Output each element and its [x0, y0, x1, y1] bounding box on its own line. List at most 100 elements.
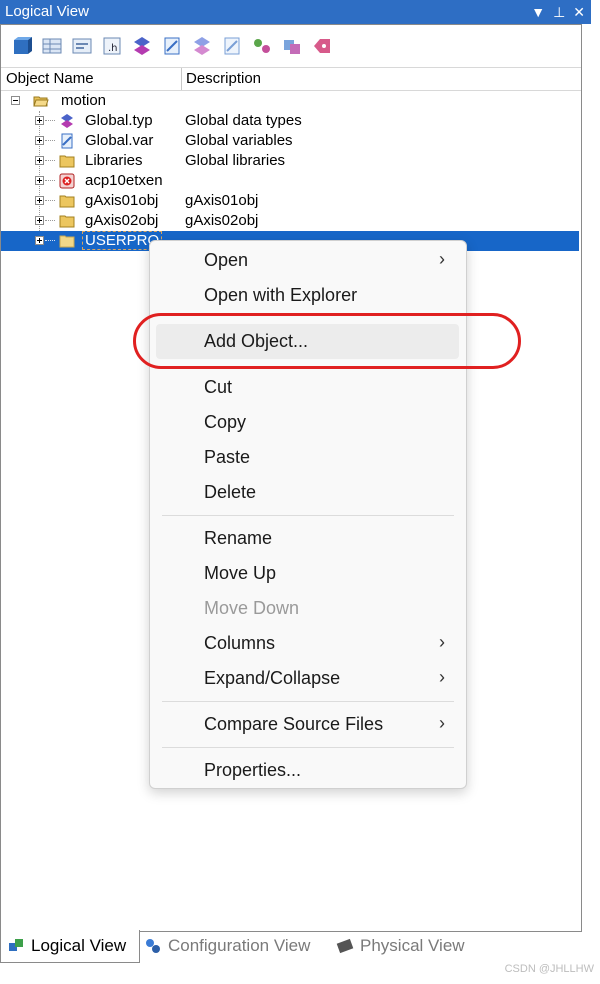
expand-icon[interactable] [35, 176, 44, 185]
tab-logical-view[interactable]: Logical View [0, 930, 140, 963]
tree-node-label: Libraries [85, 152, 143, 169]
tree-node[interactable]: Libraries Global libraries [1, 151, 579, 171]
menu-item-label: Compare Source Files [204, 714, 384, 734]
expand-icon[interactable] [35, 116, 44, 125]
column-object-name[interactable]: Object Name [6, 70, 94, 87]
tree-connector [45, 220, 55, 221]
tree-node-label: motion [61, 92, 107, 109]
cube-icon [14, 37, 32, 54]
menu-item-label: Open [204, 250, 249, 270]
toolbar-button[interactable] [9, 33, 35, 59]
collapse-icon[interactable] [11, 96, 20, 105]
close-icon[interactable]: ✕ [573, 0, 585, 24]
tab-physical-view[interactable]: Physical View [336, 930, 465, 962]
chevron-right-icon: › [439, 632, 445, 652]
datatype-add-icon [194, 37, 210, 55]
toolbar-button[interactable] [69, 33, 95, 59]
chevron-right-icon: › [439, 713, 445, 733]
menu-item-rename[interactable]: Rename [156, 521, 459, 556]
expand-icon[interactable] [35, 156, 44, 165]
column-header: Object Name Description [1, 67, 581, 91]
form-icon [72, 38, 92, 54]
folder-icon [59, 155, 75, 168]
menu-item-paste[interactable]: Paste [156, 440, 459, 475]
tab-label: Logical View [31, 936, 127, 955]
tree-node-label: gAxis02obj [85, 212, 159, 229]
toolbar-button[interactable] [189, 33, 215, 59]
tree-connector [45, 240, 55, 241]
menu-item-label: Delete [204, 482, 257, 502]
watermark: CSDN @JHLLHW [504, 963, 594, 975]
tree-node-description: Global data types [185, 112, 302, 129]
column-description[interactable]: Description [186, 70, 261, 87]
toolbar-button[interactable] [309, 33, 335, 59]
tree-connector [45, 140, 55, 141]
expand-icon[interactable] [35, 236, 44, 245]
tab-configuration-view[interactable]: Configuration View [144, 930, 310, 962]
tree-node-description: Global variables [185, 132, 293, 149]
menu-item-move-up[interactable]: Move Up [156, 556, 459, 591]
menu-item-delete[interactable]: Delete [156, 475, 459, 510]
tree-node-root[interactable]: motion [1, 91, 579, 111]
menu-item-label: Move Down [204, 598, 300, 618]
menu-item-open[interactable]: Open › [156, 243, 459, 278]
pin-icon[interactable]: ⊥ [553, 0, 565, 24]
expand-icon[interactable] [35, 216, 44, 225]
column-divider[interactable] [181, 68, 182, 90]
svg-text:.h: .h [108, 43, 118, 54]
tag-icon [314, 39, 330, 53]
menu-item-copy[interactable]: Copy [156, 405, 459, 440]
toolbar-button[interactable] [39, 33, 65, 59]
view-tabs: Logical View Configuration View Physical… [0, 930, 580, 964]
tree-node-label: gAxis01obj [85, 192, 159, 209]
tree-connector [45, 120, 55, 121]
datatype-icon [61, 114, 73, 128]
menu-item-label: Rename [204, 528, 273, 548]
tree-node-description: gAxis02obj [185, 212, 259, 229]
menu-item-label: Columns [204, 633, 276, 653]
tree-connector [45, 180, 55, 181]
tree-node[interactable]: gAxis01obj gAxis01obj [1, 191, 579, 211]
tree-node[interactable]: acp10etxen [1, 171, 579, 191]
menu-item-label: Move Up [204, 563, 277, 583]
menu-item-expand-collapse[interactable]: Expand/Collapse › [156, 661, 459, 696]
menu-item-properties[interactable]: Properties... [156, 753, 459, 788]
variable-icon [61, 133, 73, 149]
tree-node-label: acp10etxen [85, 172, 163, 189]
menu-item-open-with-explorer[interactable]: Open with Explorer [156, 278, 459, 313]
toolbar: .h [1, 29, 335, 63]
tree-connector [45, 160, 55, 161]
toolbar-button[interactable] [129, 33, 155, 59]
expand-icon[interactable] [35, 136, 44, 145]
tree-node[interactable]: Global.var Global variables [1, 131, 579, 151]
tree-node[interactable]: gAxis02obj gAxis02obj [1, 211, 579, 231]
edit-icon [224, 37, 240, 55]
highlight-annotation [133, 313, 521, 369]
toolbar-button[interactable] [249, 33, 275, 59]
physical-view-icon [336, 938, 354, 954]
tree-node[interactable]: Global.typ Global data types [1, 111, 579, 131]
menu-item-label: Properties... [204, 760, 302, 780]
dropdown-icon[interactable]: ▼ [531, 0, 545, 24]
variable-icon [164, 37, 180, 55]
tree-connector [45, 200, 55, 201]
tree-node-label: Global.var [85, 132, 154, 149]
toolbar-button[interactable] [219, 33, 245, 59]
logical-view-icon [9, 939, 23, 951]
menu-item-columns[interactable]: Columns › [156, 626, 459, 661]
tab-label: Physical View [360, 936, 465, 955]
toolbar-button[interactable] [279, 33, 305, 59]
toolbar-button[interactable] [159, 33, 185, 59]
error-object-icon [59, 173, 75, 189]
menu-item-label: Open with Explorer [204, 285, 358, 305]
menu-item-cut[interactable]: Cut [156, 370, 459, 405]
chevron-right-icon: › [439, 249, 445, 269]
tree-node-label: Global.typ [85, 112, 153, 129]
open-folder-icon [33, 96, 49, 107]
menu-item-compare-source-files[interactable]: Compare Source Files › [156, 707, 459, 742]
toolbar-button[interactable]: .h [99, 33, 125, 59]
expand-icon[interactable] [35, 196, 44, 205]
folder-icon [59, 215, 75, 228]
connect-icon [254, 39, 270, 53]
folder-icon [59, 195, 75, 208]
